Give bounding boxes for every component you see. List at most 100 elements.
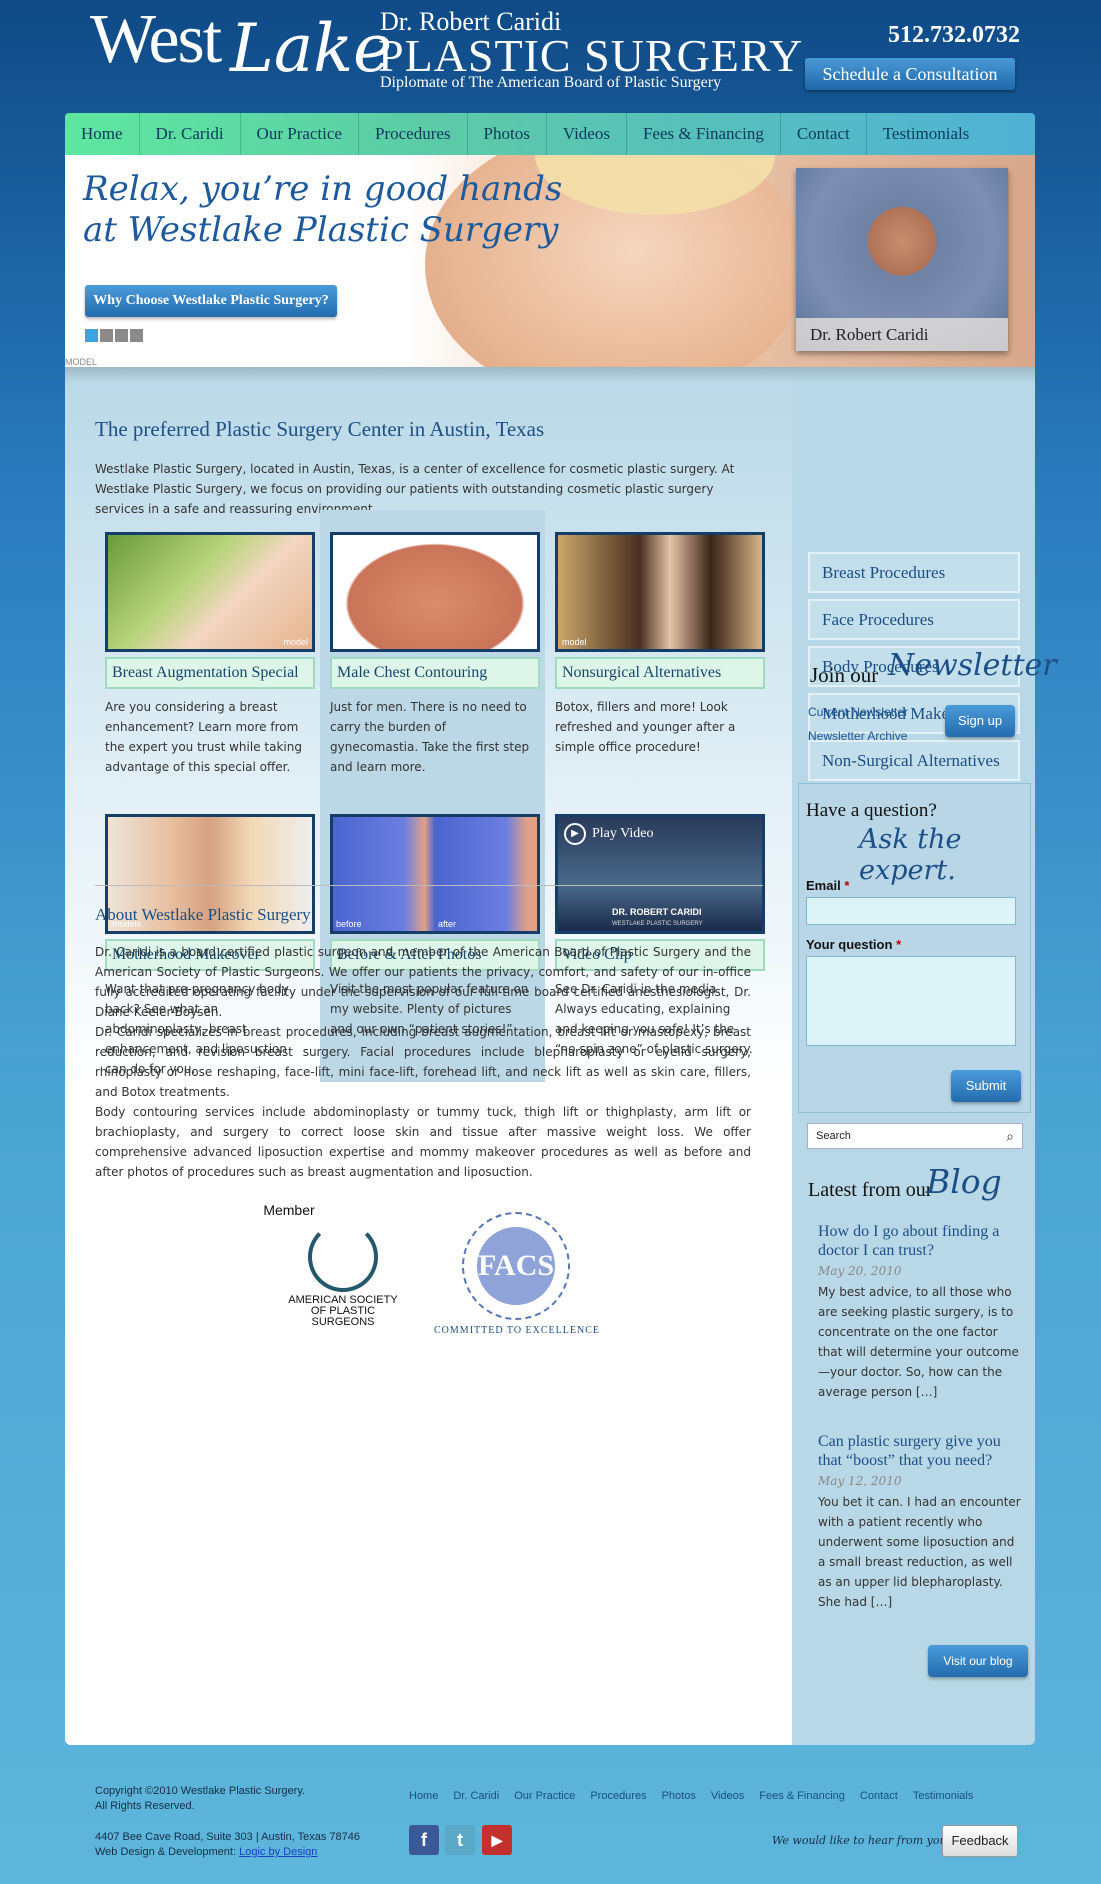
ask-expert-box: Have a question? Ask the expert. Email *…	[798, 783, 1031, 1113]
blog-post-excerpt: My best advice, to all those who are see…	[818, 1285, 1019, 1399]
footer-nav-our-practice[interactable]: Our Practice	[514, 1790, 575, 1802]
search-input[interactable]: Search ⌕	[807, 1123, 1023, 1149]
card-title[interactable]: Male Chest Contouring	[330, 657, 540, 689]
visit-blog-button[interactable]: Visit our blog	[928, 1645, 1028, 1677]
logo-west[interactable]: West	[90, 0, 222, 80]
sidebar-item-nonsurgical[interactable]: Non-Surgical Alternatives	[808, 740, 1020, 781]
card-thumb[interactable]: model	[330, 532, 540, 652]
intro-heading: The preferred Plastic Surgery Center in …	[95, 417, 545, 441]
card-thumb[interactable]: model	[105, 532, 315, 652]
nav-procedures[interactable]: Procedures	[359, 113, 468, 155]
why-choose-button[interactable]: Why Choose Westlake Plastic Surgery?	[85, 285, 337, 317]
video-caption: DR. ROBERT CARIDI	[612, 907, 702, 917]
footer-nav-contact[interactable]: Contact	[860, 1790, 898, 1802]
design-credit: Web Design & Development: Logic by Desig…	[95, 1845, 360, 1860]
divider	[95, 885, 763, 886]
ask-question-heading: Have a question?	[806, 800, 937, 821]
nav-testimonials[interactable]: Testimonials	[867, 113, 986, 155]
nav-photos[interactable]: Photos	[468, 113, 547, 155]
schedule-consultation-button[interactable]: Schedule a Consultation	[805, 58, 1015, 90]
submit-button[interactable]: Submit	[951, 1070, 1021, 1102]
card-nonsurgical[interactable]: model Nonsurgical Alternatives Botox, fi…	[555, 532, 765, 757]
asps-member-label: Member	[263, 1202, 315, 1218]
nav-fees-financing[interactable]: Fees & Financing	[627, 113, 781, 155]
blog-post-date: May 12, 2010	[818, 1474, 902, 1488]
asps-logo-icon	[308, 1222, 378, 1292]
thumb-tag: model	[508, 637, 533, 647]
blog-post-title[interactable]: Can plastic surgery give you that “boost…	[818, 1432, 1023, 1470]
current-newsletter-link[interactable]: Current Newsletter	[808, 705, 908, 719]
footer-nav-videos[interactable]: Videos	[711, 1790, 744, 1802]
card-breast-augmentation[interactable]: model Breast Augmentation Special Are yo…	[105, 532, 315, 777]
facebook-icon[interactable]: f	[409, 1825, 439, 1855]
slide-dot-2[interactable]	[100, 329, 113, 342]
card-thumb[interactable]: model	[555, 532, 765, 652]
card-text: Just for men. There is no need to carry …	[330, 700, 530, 774]
play-video-label[interactable]: Play Video	[592, 826, 654, 842]
thumb-tag: model	[562, 637, 587, 647]
search-icon[interactable]: ⌕	[1006, 1124, 1014, 1148]
play-icon[interactable]: ▶	[564, 823, 586, 845]
about-paragraph-1: Dr. Caridi is a board certified plastic …	[95, 945, 751, 1019]
footer-nav-fees[interactable]: Fees & Financing	[759, 1790, 845, 1802]
blog-post: How do I go about finding a doctor I can…	[818, 1222, 1023, 1402]
question-label: Your question *	[806, 937, 901, 952]
address-text: 4407 Bee Cave Road, Suite 303 | Austin, …	[95, 1831, 361, 1843]
design-link[interactable]: Logic by Design	[239, 1846, 317, 1858]
footer-nav-photos[interactable]: Photos	[662, 1790, 696, 1802]
nav-our-practice[interactable]: Our Practice	[241, 113, 359, 155]
hero-headline: Relax, you’re in good hands at Westlake …	[83, 169, 563, 250]
facs-label: FACS	[477, 1227, 555, 1305]
phone-number: 512.732.0732	[888, 22, 1020, 48]
slide-dot-1[interactable]	[85, 329, 98, 342]
email-field[interactable]	[806, 897, 1016, 925]
model-tag: MODEL	[65, 357, 98, 367]
thumb-tag-before: before	[336, 919, 362, 929]
content-area: The preferred Plastic Surgery Center in …	[65, 367, 1035, 1745]
ask-expert-heading: Ask the expert.	[859, 824, 962, 886]
email-label: Email *	[806, 878, 849, 893]
nav-dr-caridi[interactable]: Dr. Caridi	[140, 113, 241, 155]
card-thumb[interactable]: before after	[330, 814, 540, 934]
signup-button[interactable]: Sign up	[945, 705, 1015, 737]
hero-banner: Relax, you’re in good hands at Westlake …	[65, 155, 1035, 367]
footer-nav-testimonials[interactable]: Testimonials	[913, 1790, 974, 1802]
question-field[interactable]	[806, 956, 1016, 1046]
newsletter-join: Join our	[810, 663, 879, 687]
main-nav: Home Dr. Caridi Our Practice Procedures …	[65, 113, 1035, 155]
card-title[interactable]: Breast Augmentation Special	[105, 657, 315, 689]
nav-contact[interactable]: Contact	[781, 113, 867, 155]
twitter-icon[interactable]: t	[445, 1825, 475, 1855]
footer-address: 4407 Bee Cave Road, Suite 303 | Austin, …	[95, 1830, 360, 1860]
blog-word: Blog	[926, 1162, 1002, 1201]
video-thumb[interactable]: ▶ Play Video DR. ROBERT CARIDI WESTLAKE …	[555, 814, 765, 934]
card-text: Are you considering a breast enhancement…	[105, 700, 302, 774]
footer-nav-home[interactable]: Home	[409, 1790, 438, 1802]
doctor-caption[interactable]: Dr. Robert Caridi	[796, 318, 1008, 351]
card-title[interactable]: Nonsurgical Alternatives	[555, 657, 765, 689]
logo-lake[interactable]: Lake	[230, 10, 392, 87]
footer-nav-dr-caridi[interactable]: Dr. Caridi	[453, 1790, 499, 1802]
newsletter-archive-link[interactable]: Newsletter Archive	[808, 729, 907, 743]
blog-post-date: May 20, 2010	[818, 1264, 902, 1278]
about-heading: About Westlake Plastic Surgery	[95, 905, 311, 924]
youtube-icon[interactable]: ▶	[482, 1825, 512, 1855]
feedback-button[interactable]: Feedback	[942, 1825, 1018, 1857]
nav-home[interactable]: Home	[65, 113, 140, 155]
footer-copyright: Copyright ©2010 Westlake Plastic Surgery…	[95, 1784, 305, 1814]
nav-videos[interactable]: Videos	[547, 113, 627, 155]
footer-nav-procedures[interactable]: Procedures	[590, 1790, 646, 1802]
blog-post-title[interactable]: How do I go about finding a doctor I can…	[818, 1222, 1023, 1260]
search-placeholder: Search	[816, 1130, 851, 1142]
card-male-chest[interactable]: model Male Chest Contouring Just for men…	[330, 532, 540, 777]
rights-text: All Rights Reserved.	[95, 1800, 195, 1812]
sidebar-item-breast[interactable]: Breast Procedures	[808, 552, 1020, 593]
question-label-text: Your question	[806, 937, 893, 952]
slide-dot-3[interactable]	[115, 329, 128, 342]
facs-seal-icon: FACS	[462, 1212, 570, 1320]
hear-from-you-text: We would like to hear from you:	[772, 1834, 951, 1847]
slide-dot-4[interactable]	[130, 329, 143, 342]
thumb-tag-after: after	[438, 919, 457, 929]
sidebar-item-face[interactable]: Face Procedures	[808, 599, 1020, 640]
newsletter-word: Newsletter	[888, 648, 1057, 683]
